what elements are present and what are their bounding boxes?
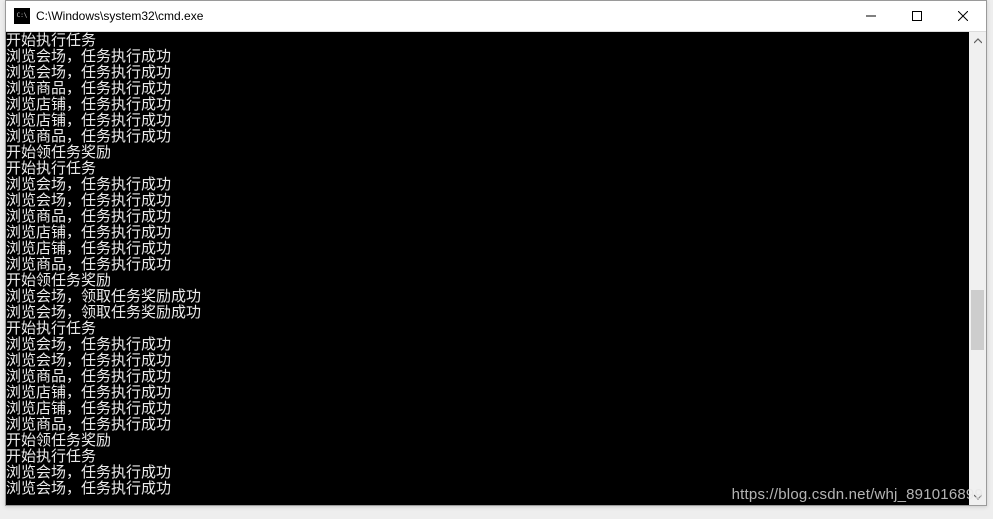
vertical-scrollbar[interactable]: [969, 32, 986, 505]
scroll-track[interactable]: [969, 49, 986, 488]
maximize-button[interactable]: [894, 1, 940, 31]
maximize-icon: [912, 11, 922, 21]
client-area: 开始执行任务 浏览会场，任务执行成功 浏览会场，任务执行成功 浏览商品，任务执行…: [6, 32, 986, 505]
chevron-up-icon: [974, 37, 982, 45]
minimize-button[interactable]: [848, 1, 894, 31]
chevron-down-icon: [974, 493, 982, 501]
cmd-window: C:\Windows\system32\cmd.exe 开始执行任务 浏览会场，…: [5, 0, 987, 506]
scroll-down-button[interactable]: [969, 488, 986, 505]
close-icon: [958, 11, 968, 21]
window-buttons: [848, 1, 986, 31]
scroll-up-button[interactable]: [969, 32, 986, 49]
window-title: C:\Windows\system32\cmd.exe: [36, 9, 848, 23]
close-button[interactable]: [940, 1, 986, 31]
scroll-thumb[interactable]: [971, 290, 984, 350]
minimize-icon: [866, 11, 876, 21]
titlebar[interactable]: C:\Windows\system32\cmd.exe: [6, 1, 986, 32]
terminal-output[interactable]: 开始执行任务 浏览会场，任务执行成功 浏览会场，任务执行成功 浏览商品，任务执行…: [6, 32, 969, 505]
cmd-icon: [14, 8, 30, 24]
